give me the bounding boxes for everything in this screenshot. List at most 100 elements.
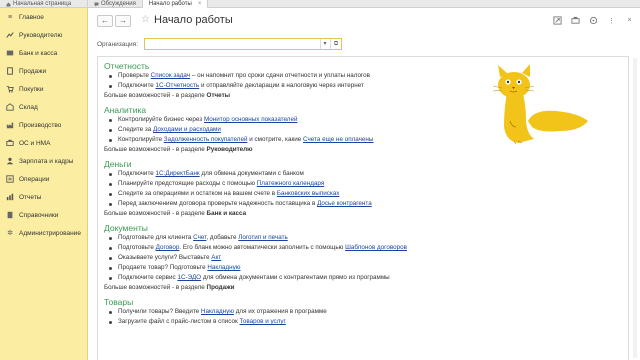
sidebar-item-operations[interactable]: Операции (0, 170, 87, 188)
open-link-icon[interactable]: ⧉ (330, 39, 341, 49)
sidebar-item-payroll[interactable]: Зарплата и кадры (0, 152, 87, 170)
tab-label: Начальная страница (13, 1, 72, 7)
link[interactable]: Платежного календаря (257, 180, 324, 187)
text: Подготовьте (118, 244, 156, 251)
link[interactable]: Накладную (207, 264, 240, 271)
sidebar-item-bank[interactable]: Банк и касса (0, 44, 87, 62)
back-button[interactable]: ← (97, 15, 113, 27)
page-title: Начало работы (154, 14, 233, 26)
tab-bar: Начальная страница Обсуждения Начало раб… (0, 0, 640, 8)
link[interactable]: Счет (193, 234, 206, 241)
list-item: Подключите сервис 1С-ЭДО для обмена доку… (104, 274, 622, 284)
sidebar-item-sales[interactable]: Продажи (0, 62, 87, 80)
text: для обмена документами с банком (199, 170, 304, 177)
text: , добавьте (206, 234, 239, 241)
link[interactable]: Накладную (201, 308, 234, 315)
main-area: ← → ☆ Начало работы ⋮ × Организация: ▾ ⧉… (89, 8, 640, 360)
text: Получили товары? Введите (118, 308, 201, 315)
section-link[interactable]: Отчеты (207, 92, 231, 99)
forward-button[interactable]: → (115, 15, 131, 27)
favorite-star-icon[interactable]: ☆ (141, 14, 150, 25)
sidebar-item-catalogs[interactable]: Справочники (0, 206, 87, 224)
sidebar-item-main[interactable]: ≡ Главное (0, 8, 87, 26)
list-item: Следите за операциями и остатком на ваше… (104, 190, 622, 200)
page-header: ← → ☆ Начало работы ⋮ × (89, 8, 640, 34)
close-icon[interactable]: × (625, 16, 634, 25)
link[interactable]: Досье контрагента (317, 200, 372, 207)
tab-label: Обсуждения (101, 1, 136, 7)
sidebar-item-label: Администрирование (19, 229, 81, 237)
link[interactable]: Счета еще не оплачены (303, 136, 373, 143)
section-link[interactable]: Банк и касса (207, 210, 247, 217)
link[interactable]: Акт (211, 254, 221, 261)
sidebar-item-label: Отчеты (19, 193, 42, 201)
sidebar-item-purchases[interactable]: Покупки (0, 80, 87, 98)
text: для обмена документами с контрагентами п… (201, 274, 390, 281)
organization-input[interactable] (145, 39, 322, 49)
link[interactable]: Задолженность покупателей (164, 136, 248, 143)
chevron-down-icon[interactable]: ▾ (320, 39, 329, 49)
sidebar-item-warehouse[interactable]: Склад (0, 98, 87, 116)
sidebar-item-label: Банк и касса (19, 49, 58, 57)
chain-icon[interactable] (589, 16, 598, 25)
section-title: Деньги (104, 159, 132, 169)
gear-icon: ✲ (7, 230, 13, 237)
sales-icon (6, 67, 14, 75)
getting-started-panel: Отчетность Проверьте Список задач – он на… (97, 56, 629, 360)
chart-line-icon (6, 31, 14, 39)
link[interactable]: 1С-Отчетность (156, 82, 200, 89)
link[interactable]: 1С:ДиректБанк (156, 170, 200, 177)
link[interactable]: Список задач (151, 72, 190, 79)
sidebar-item-label: Зарплата и кадры (19, 157, 74, 165)
sidebar-item-label: ОС и НМА (19, 139, 51, 147)
link[interactable]: Товаров и услуг (239, 318, 285, 325)
sidebar-item-assets[interactable]: ОС и НМА (0, 134, 87, 152)
section-link[interactable]: Руководителю (207, 146, 253, 153)
more-features: Больше возможностей - в разделе Продажи (104, 284, 622, 295)
sidebar-item-production[interactable]: Производство (0, 116, 87, 134)
link[interactable]: Банковских выписках (277, 190, 340, 197)
text: Подключите (118, 170, 156, 177)
tab-getting-started[interactable]: Начало работы × (142, 0, 209, 8)
tab-home[interactable]: Начальная страница (0, 0, 88, 8)
sidebar-item-label: Справочники (19, 211, 59, 219)
link[interactable]: Шаблонов договоров (345, 244, 407, 251)
sidebar-item-reports[interactable]: Отчеты (0, 188, 87, 206)
sidebar-item-label: Покупки (19, 85, 44, 93)
organization-field[interactable]: ▾ ⧉ (144, 38, 343, 50)
link-icon[interactable] (553, 16, 562, 25)
more-icon[interactable]: ⋮ (607, 16, 616, 25)
sidebar-item-admin[interactable]: ✲ Администрирование (0, 224, 87, 242)
sidebar-item-label: Производство (19, 121, 62, 129)
section-link[interactable]: Продажи (207, 284, 235, 291)
link[interactable]: Логотип и печать (238, 234, 288, 241)
link[interactable]: Доходами и расходами (153, 126, 221, 133)
scrollbar[interactable] (633, 58, 637, 358)
text: Продаете товар? Подготовьте (118, 264, 208, 271)
link[interactable]: Договор (156, 244, 180, 251)
more-prefix: Больше возможностей - в разделе (104, 210, 207, 217)
list-item: Подключите 1С:ДиректБанк для обмена доку… (104, 170, 622, 180)
text: Загрузите файл с прайс-листом в список (118, 318, 240, 325)
operations-icon (6, 175, 14, 183)
header-actions: ⋮ × (553, 16, 634, 25)
sidebar-item-label: Главное (19, 13, 44, 21)
cart-icon (6, 85, 14, 93)
link[interactable]: Монитор основных показателей (204, 116, 298, 123)
book-icon (6, 211, 14, 219)
text: и отправляйте декларации в налоговую чер… (199, 82, 364, 89)
close-tab-icon[interactable]: × (198, 1, 202, 7)
bank-icon (6, 49, 14, 57)
chat-icon (94, 2, 99, 7)
printer-icon[interactable] (571, 16, 580, 25)
text: . Его бланк можно автоматически заполнит… (179, 244, 346, 251)
section-title: Товары (104, 297, 134, 307)
list-item: Перед заключением договора проверьте над… (104, 200, 622, 210)
text: для их отражения в программе (234, 308, 327, 315)
tab-discussions[interactable]: Обсуждения (88, 0, 143, 8)
assets-icon (6, 139, 14, 147)
sidebar-item-manager[interactable]: Руководителю (0, 26, 87, 44)
menu-icon: ≡ (7, 13, 13, 21)
more-prefix: Больше возможностей - в разделе (104, 92, 207, 99)
link[interactable]: 1С-ЭДО (177, 274, 201, 281)
